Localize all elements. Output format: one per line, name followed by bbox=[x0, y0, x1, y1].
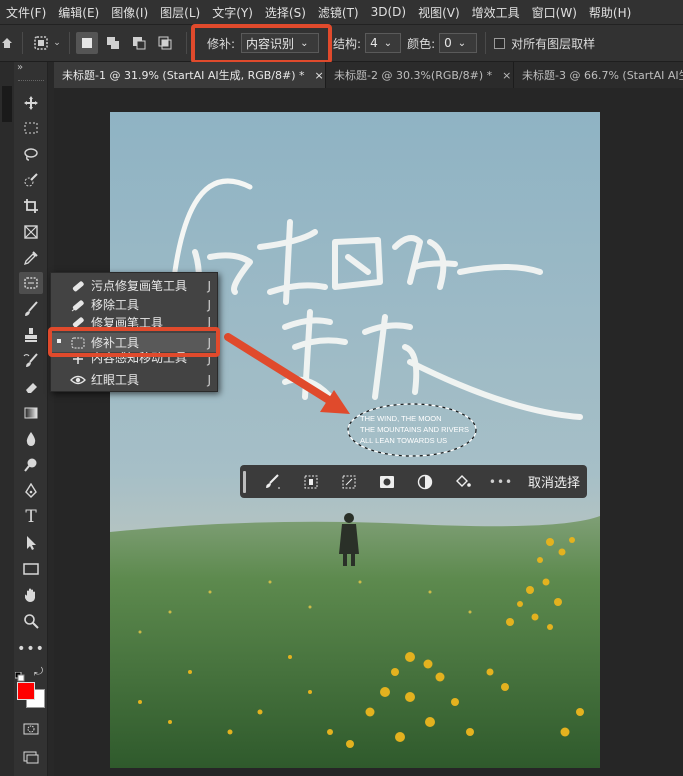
tab-label: 未标题-1 @ 31.9% (StartAI AI生成, RGB/8#) * bbox=[62, 69, 305, 82]
menu-help[interactable]: 帮助(H) bbox=[583, 4, 637, 21]
drag-handle-icon[interactable] bbox=[243, 470, 246, 493]
brush-tool-icon[interactable] bbox=[19, 298, 43, 320]
left-dock-strip bbox=[0, 62, 14, 776]
menu-layer[interactable]: 图层(L) bbox=[154, 4, 206, 21]
menu-type[interactable]: 文字(Y) bbox=[206, 4, 259, 21]
shortcut-key: J bbox=[207, 372, 211, 387]
marquee-tool-icon[interactable] bbox=[19, 117, 43, 139]
tab-document-1[interactable]: 未标题-1 @ 31.9% (StartAI AI生成, RGB/8#) * × bbox=[54, 62, 326, 88]
frame-tool-icon[interactable] bbox=[19, 221, 43, 243]
shortcut-key: J bbox=[207, 297, 211, 312]
flyout-label: 红眼工具 bbox=[91, 373, 140, 387]
menu-select[interactable]: 选择(S) bbox=[259, 4, 312, 21]
sample-all-layers-checkbox[interactable] bbox=[494, 37, 506, 49]
flyout-item-red-eye[interactable]: 红眼工具 J bbox=[51, 370, 219, 389]
rectangle-tool-icon[interactable] bbox=[19, 558, 43, 580]
transform-selection-icon[interactable] bbox=[336, 474, 362, 490]
mask-icon[interactable] bbox=[374, 475, 400, 489]
tab-document-2[interactable]: 未标题-2 @ 30.3%(RGB/8#) * × bbox=[326, 62, 514, 88]
menu-image[interactable]: 图像(I) bbox=[105, 4, 154, 21]
menu-bar: 文件(F) 编辑(E) 图像(I) 图层(L) 文字(Y) 选择(S) 滤镜(T… bbox=[0, 0, 683, 24]
add-to-selection-icon[interactable] bbox=[102, 32, 124, 54]
foreground-color-swatch[interactable] bbox=[17, 682, 35, 700]
select-subject-icon[interactable] bbox=[298, 474, 324, 490]
patch-tool-preset-icon[interactable] bbox=[31, 35, 51, 51]
panel-collapse-icon[interactable]: » bbox=[17, 62, 23, 73]
patch-option-highlight bbox=[191, 24, 332, 64]
more-options-icon[interactable]: ••• bbox=[488, 475, 514, 489]
move-tool-icon[interactable] bbox=[19, 92, 43, 114]
quick-selection-tool-icon[interactable] bbox=[19, 169, 43, 191]
close-icon[interactable]: × bbox=[315, 69, 324, 82]
patch-tool-icon[interactable] bbox=[19, 272, 43, 294]
clone-stamp-tool-icon[interactable] bbox=[19, 324, 43, 346]
gradient-tool-icon[interactable] bbox=[19, 402, 43, 424]
structure-label: 结构: bbox=[333, 36, 362, 51]
menu-3d[interactable]: 3D(D) bbox=[365, 5, 412, 19]
color-select[interactable]: 0 ⌄ bbox=[439, 33, 478, 53]
flyout-label: 污点修复画笔工具 bbox=[91, 279, 188, 293]
red-eye-icon bbox=[69, 374, 87, 386]
home-icon[interactable] bbox=[0, 37, 14, 49]
structure-value: 4 bbox=[370, 36, 378, 50]
pen-tool-icon[interactable] bbox=[19, 480, 43, 502]
tab-document-3[interactable]: 未标题-3 @ 66.7% (StartAI AI生成 bbox=[514, 62, 683, 88]
structure-select[interactable]: 4 ⌄ bbox=[365, 33, 402, 53]
document-canvas[interactable]: THE WIND, THE MOON THE MOUNTAINS AND RIV… bbox=[110, 112, 600, 768]
english-line-3: ALL LEAN TOWARDS US bbox=[360, 436, 447, 445]
new-selection-icon[interactable] bbox=[76, 32, 98, 54]
remove-tool-icon bbox=[69, 298, 87, 312]
dodge-tool-icon[interactable] bbox=[19, 454, 43, 476]
menu-edit[interactable]: 编辑(E) bbox=[52, 4, 105, 21]
hand-tool-icon[interactable] bbox=[19, 584, 43, 606]
history-brush-tool-icon[interactable] bbox=[19, 350, 43, 372]
crop-tool-icon[interactable] bbox=[19, 195, 43, 217]
chevron-down-icon: ⌄ bbox=[457, 37, 467, 49]
poster-image: THE WIND, THE MOON THE MOUNTAINS AND RIV… bbox=[110, 112, 600, 768]
flyout-label: 移除工具 bbox=[91, 298, 140, 312]
document-tabs: 未标题-1 @ 31.9% (StartAI AI生成, RGB/8#) * ×… bbox=[54, 62, 683, 88]
menu-view[interactable]: 视图(V) bbox=[412, 4, 466, 21]
more-tools-icon[interactable]: ••• bbox=[17, 638, 44, 660]
eraser-tool-icon[interactable] bbox=[19, 376, 43, 398]
menu-window[interactable]: 窗口(W) bbox=[526, 4, 583, 21]
sample-all-layers-label: 对所有图层取样 bbox=[511, 36, 596, 51]
deselect-button[interactable]: 取消选择 bbox=[528, 472, 580, 491]
fill-icon[interactable] bbox=[450, 474, 476, 490]
lasso-tool-icon[interactable] bbox=[19, 143, 43, 165]
type-tool-icon[interactable]: T bbox=[19, 506, 43, 528]
tab-label: 未标题-2 @ 30.3%(RGB/8#) * bbox=[334, 69, 493, 82]
zoom-tool-icon[interactable] bbox=[19, 610, 43, 632]
color-label: 颜色: bbox=[407, 36, 436, 51]
blur-tool-icon[interactable] bbox=[19, 428, 43, 450]
menu-plugins[interactable]: 增效工具 bbox=[466, 4, 526, 21]
path-selection-tool-icon[interactable] bbox=[19, 532, 43, 554]
options-bar: ⌄ 修补: 内容识别 ⌄ 结构: 4 ⌄ 颜色: 0 ⌄ 对所有图层取样 bbox=[0, 24, 683, 62]
color-value: 0 bbox=[444, 36, 452, 50]
swap-colors-icon[interactable]: ⤾ bbox=[34, 665, 43, 679]
spot-healing-brush-icon bbox=[69, 279, 87, 293]
quick-mask-icon[interactable] bbox=[19, 718, 43, 740]
subtract-from-selection-icon[interactable] bbox=[128, 32, 150, 54]
brush-selection-icon[interactable] bbox=[260, 473, 286, 490]
close-icon[interactable]: × bbox=[502, 69, 511, 82]
english-line-1: THE WIND, THE MOON bbox=[360, 414, 442, 423]
shortcut-key: J bbox=[207, 278, 211, 293]
patch-tool-highlight bbox=[48, 327, 220, 357]
flyout-item-remove[interactable]: 移除工具 J bbox=[51, 295, 219, 314]
tools-panel: » T ••• ⤾ bbox=[14, 62, 48, 776]
menu-file[interactable]: 文件(F) bbox=[0, 4, 52, 21]
preset-chevron-down-icon[interactable]: ⌄ bbox=[51, 38, 63, 48]
english-line-2: THE MOUNTAINS AND RIVERS bbox=[360, 425, 469, 434]
tab-label: 未标题-3 @ 66.7% (StartAI AI生成 bbox=[522, 69, 683, 82]
flyout-item-spot-healing[interactable]: 污点修复画笔工具 J bbox=[51, 276, 219, 295]
menu-filter[interactable]: 滤镜(T) bbox=[312, 4, 365, 21]
contextual-task-bar: ••• 取消选择 bbox=[240, 465, 587, 498]
eyedropper-tool-icon[interactable] bbox=[19, 247, 43, 269]
adjustment-icon[interactable] bbox=[412, 474, 438, 490]
intersect-selection-icon[interactable] bbox=[154, 32, 176, 54]
screen-mode-icon[interactable] bbox=[19, 746, 43, 768]
chevron-down-icon: ⌄ bbox=[383, 37, 393, 49]
